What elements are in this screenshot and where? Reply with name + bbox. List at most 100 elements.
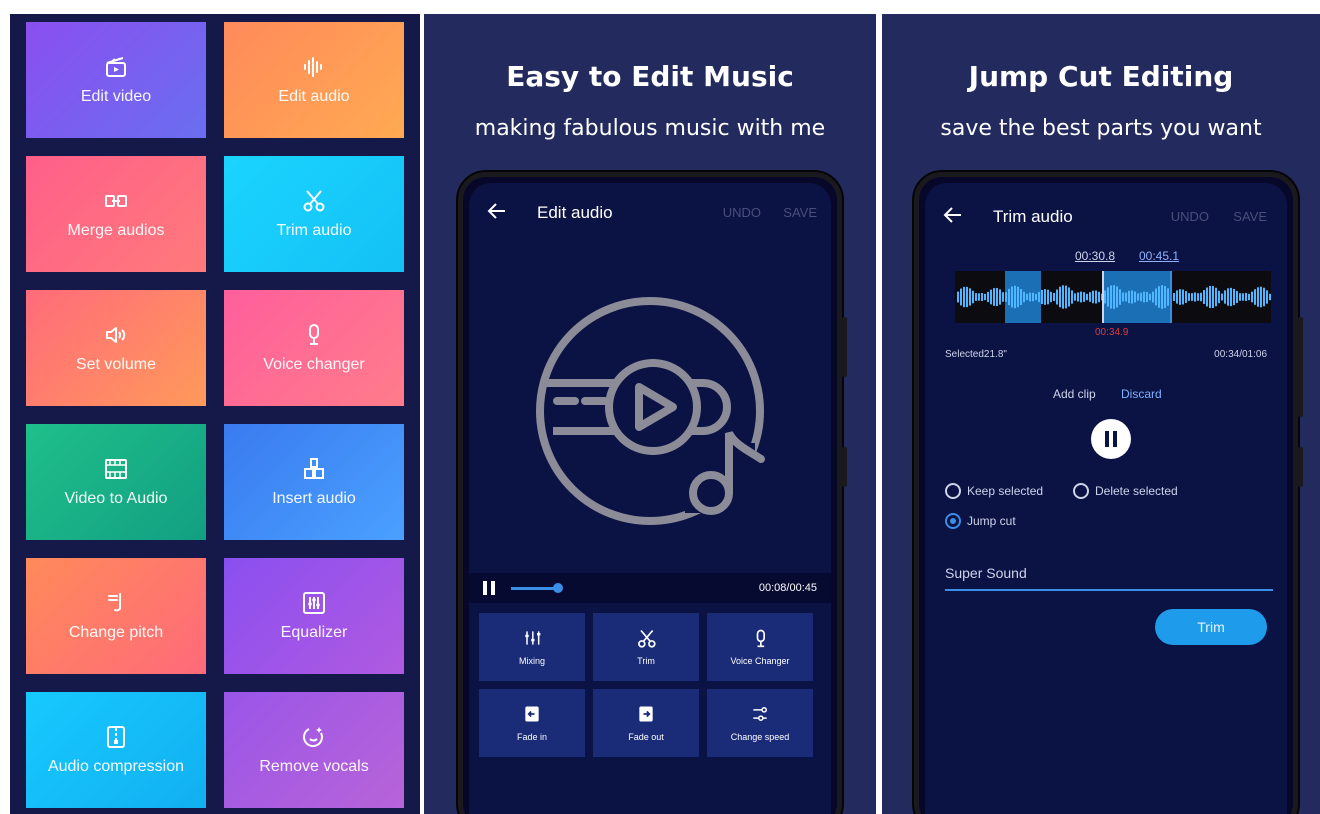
waveform-bar [972, 290, 974, 304]
tool-tile-voice-changer[interactable]: Voice changer [224, 290, 404, 406]
waveform-bar [1017, 286, 1019, 308]
edit-tool-fade-out[interactable]: Fade out [593, 689, 699, 757]
microphone-icon [309, 324, 319, 345]
waveform-bar [1248, 293, 1250, 301]
waveform-bar [1179, 289, 1181, 305]
edit-panel-title: Easy to Edit Music [506, 60, 794, 93]
edit-tool-label: Fade out [628, 732, 664, 742]
tool-tile-change-pitch[interactable]: Change pitch [26, 558, 206, 674]
player-bar: 00:08/00:45 [469, 573, 831, 603]
tool-tile-video-to-audio[interactable]: Video to Audio [26, 424, 206, 540]
waveform-bar [1173, 292, 1175, 302]
undo-button[interactable]: UNDO [723, 205, 761, 220]
waveform-bar [1092, 290, 1094, 304]
option-delete-selected[interactable]: Delete selected [1073, 483, 1178, 499]
file-name-input[interactable]: Super Sound [945, 565, 1273, 591]
pause-icon [1105, 431, 1117, 447]
marker-start-time[interactable]: 00:30.8 [1075, 249, 1115, 263]
face-icon [302, 727, 323, 748]
video-strip-icon [105, 459, 127, 479]
tool-label: Set volume [75, 356, 157, 373]
waveform-bar [1164, 285, 1166, 309]
discard-button[interactable]: Discard [1121, 387, 1162, 401]
waveform-bar [1110, 285, 1112, 309]
edit-tool-voice-changer[interactable]: Voice Changer [707, 613, 813, 681]
trim-audio-screen: Trim audio UNDO SAVE 00:30.8 00:45.1 00:… [925, 183, 1287, 814]
progress-track[interactable] [511, 587, 557, 590]
waveform-bar [1095, 290, 1097, 304]
screen-title: Edit audio [537, 203, 613, 222]
waveform-bar [1062, 285, 1064, 309]
cursor-time: 00:34.9 [1095, 327, 1129, 338]
waveform-bar [1020, 288, 1022, 306]
tool-tile-equalizer[interactable]: Equalizer [224, 558, 404, 674]
waveform-bar [1224, 290, 1226, 304]
tool-tile-insert-audio[interactable]: Insert audio [224, 424, 404, 540]
pause-button[interactable] [1091, 419, 1131, 459]
marker-end-time[interactable]: 00:45.1 [1139, 249, 1179, 263]
edit-tool-change-speed[interactable]: Change speed [707, 689, 813, 757]
waveform-bar [1086, 293, 1088, 301]
tool-tile-remove-vocals[interactable]: Remove vocals [224, 692, 404, 808]
back-arrow-icon[interactable] [943, 205, 963, 225]
edit-tool-trim[interactable]: Trim [593, 613, 699, 681]
tool-tile-edit-audio[interactable]: Edit audio [224, 22, 404, 138]
waveform-bar [1107, 287, 1109, 307]
waveform-bar [966, 286, 968, 308]
waveform-bar [1122, 292, 1124, 302]
waveform-bar [1005, 292, 1007, 302]
pause-icon[interactable] [483, 581, 495, 595]
waveform-bar [960, 288, 962, 306]
progress-knob[interactable] [553, 583, 563, 593]
waveform-bar [1221, 293, 1223, 301]
waveform-bar [1245, 293, 1247, 301]
fade-out-icon [639, 706, 653, 722]
waveform-bar [1044, 289, 1046, 305]
tool-label: Edit audio [278, 88, 350, 105]
waveform-bar [1161, 285, 1163, 309]
tool-label: Change pitch [68, 624, 164, 641]
add-clip-button[interactable]: Add clip [1053, 387, 1096, 401]
waveform-bar [999, 289, 1001, 305]
waveform-bar [984, 293, 986, 301]
waveform-bar [1035, 293, 1037, 301]
waveform-bar [1197, 293, 1199, 301]
option-jump-cut[interactable]: Jump cut [945, 513, 1016, 529]
tool-label: Insert audio [272, 490, 356, 507]
waveform[interactable] [955, 271, 1271, 323]
tool-tile-edit-video[interactable]: Edit video [26, 22, 206, 138]
waveform-bar [1008, 288, 1010, 306]
tool-tile-trim-audio[interactable]: Trim audio [224, 156, 404, 272]
back-arrow-icon[interactable] [487, 201, 507, 221]
trim-panel-title: Jump Cut Editing [968, 60, 1234, 93]
tool-tile-merge-audios[interactable]: Merge audios [26, 156, 206, 272]
option-keep-selected[interactable]: Keep selected [945, 483, 1043, 499]
waveform-bar [1077, 292, 1079, 302]
jump-cut-panel: Jump Cut Editing save the best parts you… [882, 14, 1320, 814]
position-readout: 00:34/01:06 [1214, 349, 1267, 360]
edit-music-panel: Easy to Edit Music making fabulous music… [424, 14, 876, 814]
waveform-bar [1089, 292, 1091, 302]
waveform-bar [1242, 293, 1244, 301]
equalizer-icon [303, 592, 325, 614]
phone-side-button [1298, 447, 1303, 487]
tool-tile-set-volume[interactable]: Set volume [26, 290, 206, 406]
waveform-bar [1023, 291, 1025, 303]
waveform-bar [1155, 288, 1157, 306]
tool-tile-audio-compression[interactable]: Audio compression [26, 692, 206, 808]
waveform-bar [1200, 292, 1202, 302]
waveform-bar [1182, 289, 1184, 305]
save-button[interactable]: SAVE [783, 205, 817, 220]
undo-button[interactable]: UNDO [1171, 209, 1209, 224]
save-button[interactable]: SAVE [1233, 209, 1267, 224]
waveform-bar [1056, 289, 1058, 305]
trim-button[interactable]: Trim [1155, 609, 1267, 645]
option-label: Keep selected [967, 484, 1044, 498]
waveform-bar [1134, 291, 1136, 303]
waveform-bar [1068, 287, 1070, 307]
waveform-bar [1119, 289, 1121, 305]
edit-tool-fade-in[interactable]: Fade in [479, 689, 585, 757]
edit-tool-mixing[interactable]: Mixing [479, 613, 585, 681]
waveform-bar [993, 288, 995, 306]
waveform-bar [1104, 290, 1106, 304]
